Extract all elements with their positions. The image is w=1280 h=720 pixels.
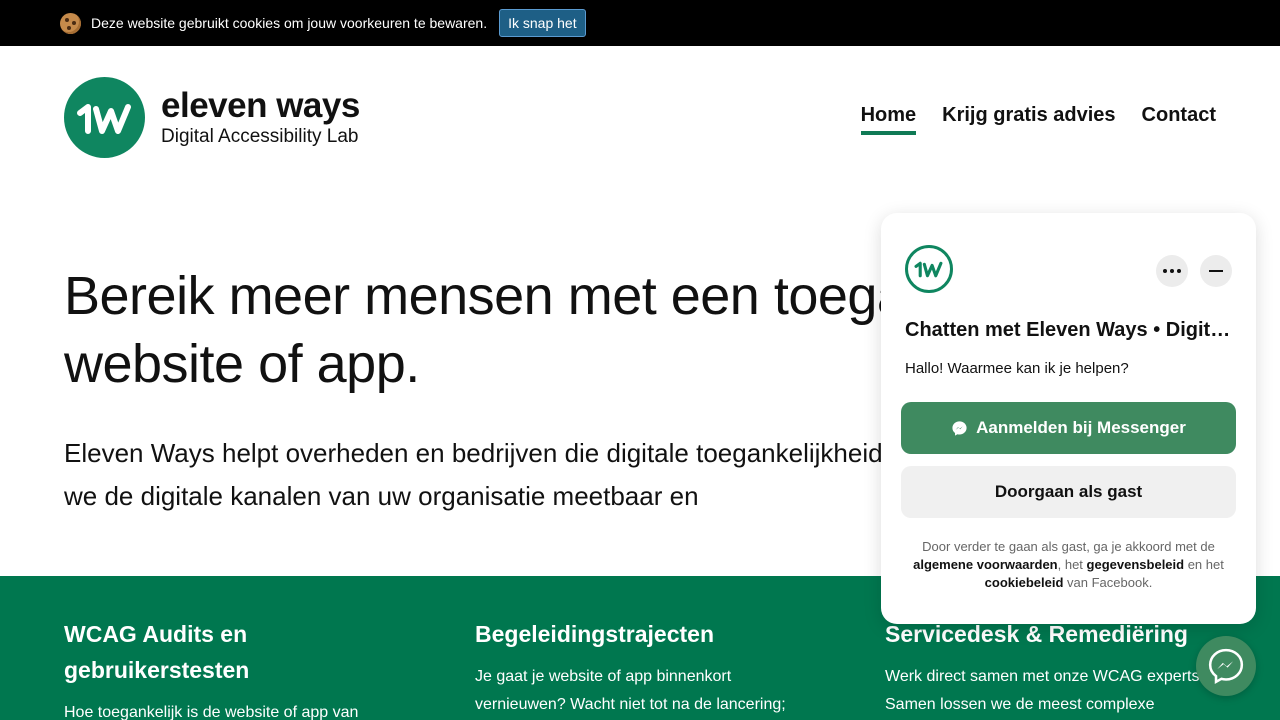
logo-subtitle: Digital Accessibility Lab (161, 125, 359, 147)
cookie-policy-link[interactable]: cookiebeleid (985, 575, 1064, 590)
service-column: WCAG Audits en gebruikerstesten Hoe toeg… (64, 616, 384, 720)
nav-item-contact[interactable]: Contact (1142, 104, 1216, 135)
chat-greeting: Hallo! Waarmee kan ik je helpen? (905, 360, 1129, 377)
cookie-icon (60, 12, 81, 34)
service-column: Servicedesk & Remediëring Werk direct sa… (885, 616, 1225, 719)
messenger-login-label: Aanmelden bij Messenger (976, 418, 1186, 437)
cookie-accept-button[interactable]: Ik snap het (499, 9, 586, 37)
legal-text-part: Door verder te gaan als gast, ga je akko… (922, 539, 1215, 554)
more-options-icon[interactable] (1156, 255, 1188, 287)
messenger-chat-button[interactable] (1196, 636, 1256, 696)
terms-link[interactable]: algemene voorwaarden (913, 557, 1058, 572)
logo-name: eleven ways (161, 85, 360, 125)
data-policy-link[interactable]: gegevensbeleid (1087, 557, 1185, 572)
site-logo[interactable]: eleven ways Digital Accessibility Lab (64, 77, 360, 158)
service-title: WCAG Audits en gebruikerstesten (64, 621, 250, 683)
service-text: Hoe toegankelijk is de website of app va… (64, 704, 359, 720)
service-column: Begeleidingstrajecten Je gaat je website… (475, 616, 815, 719)
service-title: Begeleidingstrajecten (475, 621, 715, 647)
continue-as-guest-button[interactable]: Doorgaan als gast (901, 466, 1236, 518)
main-nav: Home Krijg gratis advies Contact (860, 104, 1216, 135)
nav-item-home[interactable]: Home (860, 104, 917, 135)
legal-text-part: van Facebook. (1063, 575, 1153, 590)
legal-text-part: en het (1184, 557, 1224, 572)
messenger-login-button[interactable]: Aanmelden bij Messenger (901, 402, 1236, 454)
legal-text-part: , het (1057, 557, 1087, 572)
chat-legal-text: Door verder te gaan als gast, ga je akko… (903, 538, 1234, 592)
chat-panel: Chatten met Eleven Ways • Digital Access… (881, 213, 1256, 624)
nav-item-free-advice[interactable]: Krijg gratis advies (942, 104, 1115, 135)
chat-avatar-icon (905, 245, 953, 293)
cookie-text: Deze website gebruikt cookies om jouw vo… (91, 15, 488, 31)
chat-title: Chatten met Eleven Ways • Digital Access… (905, 319, 1235, 341)
cookie-banner: Deze website gebruikt cookies om jouw vo… (0, 0, 1280, 46)
messenger-icon (952, 420, 967, 436)
messenger-icon (1208, 648, 1244, 684)
service-text: Werk direct samen met onze WCAG experts.… (885, 668, 1204, 713)
service-text: Je gaat je website of app binnenkort ver… (475, 668, 786, 713)
logo-mark-icon (64, 77, 145, 158)
minimize-icon[interactable] (1200, 255, 1232, 287)
